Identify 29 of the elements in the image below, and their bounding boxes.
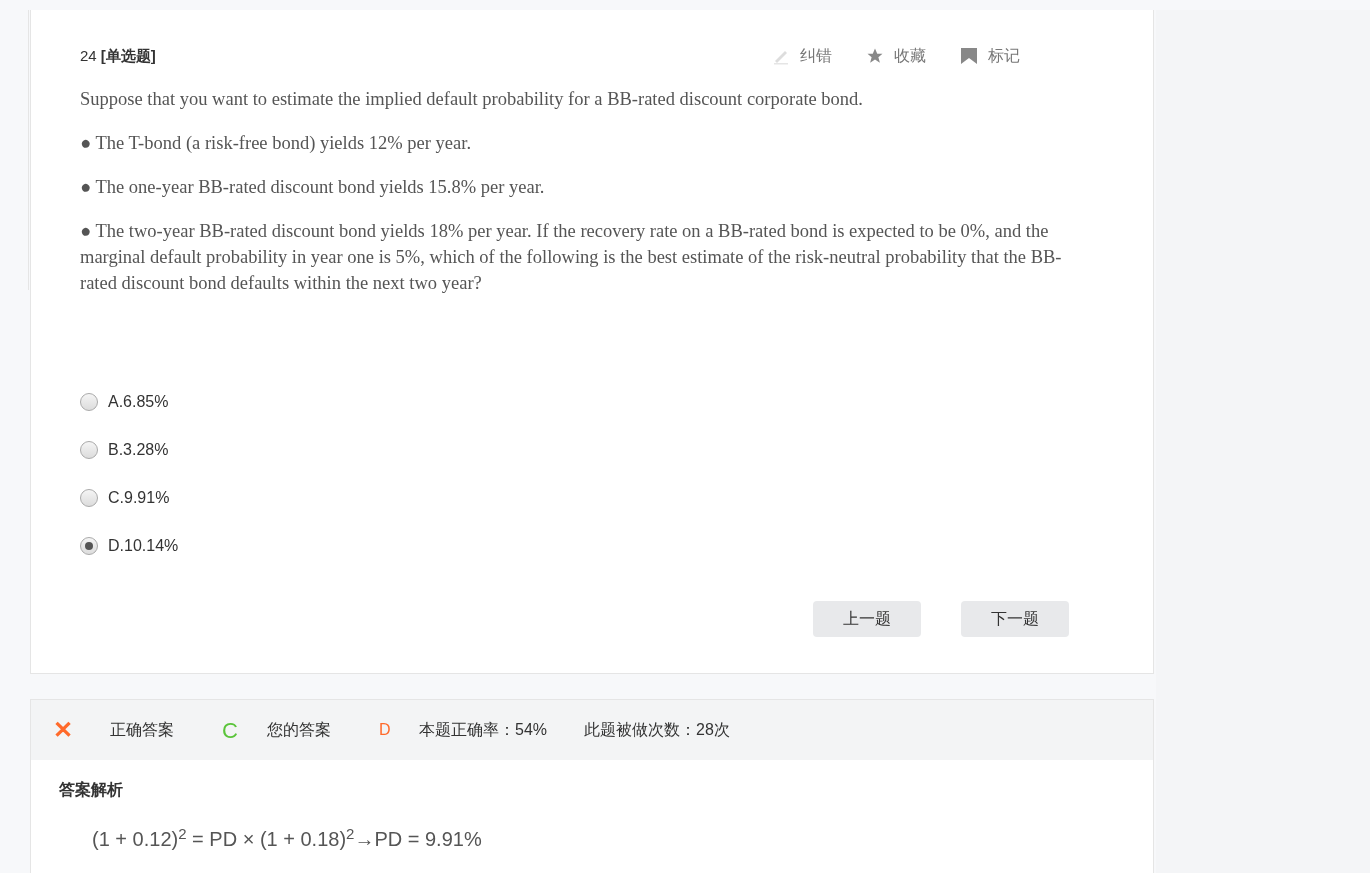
pencil-action[interactable]: 纠错 bbox=[772, 44, 832, 68]
question-paragraph: ● The two-year BB-rated discount bond yields 18% per year. If the recovery rate on a BB-rated bond is expected to be 0%, and the marginal default probability in year one is 5%, which of the following is the best estimate of the risk-neutral probability that the BB-rated discount bond defaults within the next two year? bbox=[80, 220, 1063, 295]
answer-option[interactable]: C.9.91% bbox=[80, 487, 170, 508]
radio-button[interactable] bbox=[80, 536, 98, 555]
next-button[interactable]: 下一题 bbox=[961, 601, 1069, 637]
bookmark-icon bbox=[960, 47, 978, 65]
question-paragraph: Suppose that you want to estimate the implied default probability for a BB-rated discount corporate bond. bbox=[80, 88, 864, 111]
correct-answer-label: 正确答案 bbox=[110, 720, 175, 740]
radio-button[interactable] bbox=[80, 488, 98, 507]
wrong-mark: ✕ bbox=[53, 715, 74, 745]
formula: (1 + 0.12)$^{2}$ = PD × (1 + 0.18)$^{2}$→PD = 9.91% bbox=[92, 824, 483, 852]
your-answer: D bbox=[379, 720, 392, 740]
star-icon bbox=[866, 47, 884, 65]
analysis-title: 答案解析 bbox=[59, 780, 124, 800]
radio-button[interactable] bbox=[80, 392, 98, 411]
your-answer-label: 您的答案 bbox=[267, 720, 332, 740]
previous-button[interactable]: 上一题 bbox=[813, 601, 921, 637]
attempts-text: 此题被做次数：28次 bbox=[584, 720, 730, 740]
accuracy-text: 本题正确率：54% bbox=[419, 720, 549, 740]
correct-answer: C bbox=[222, 716, 239, 745]
answer-option[interactable]: B.3.28% bbox=[80, 439, 169, 460]
star-action[interactable]: 收藏 bbox=[866, 44, 926, 68]
question-paragraph: ● The one-year BB-rated discount bond yields 15.8% per year. bbox=[80, 176, 546, 199]
question-paragraph: ● The T-bond (a risk-free bond) yields 12% per year. bbox=[80, 132, 472, 155]
answer-option[interactable]: A.6.85% bbox=[80, 391, 169, 412]
bookmark-action[interactable]: 标记 bbox=[960, 44, 1020, 68]
radio-button[interactable] bbox=[80, 440, 98, 459]
answer-option[interactable]: D.10.14% bbox=[80, 535, 179, 556]
question-title: 24 [单选题] bbox=[80, 45, 156, 66]
